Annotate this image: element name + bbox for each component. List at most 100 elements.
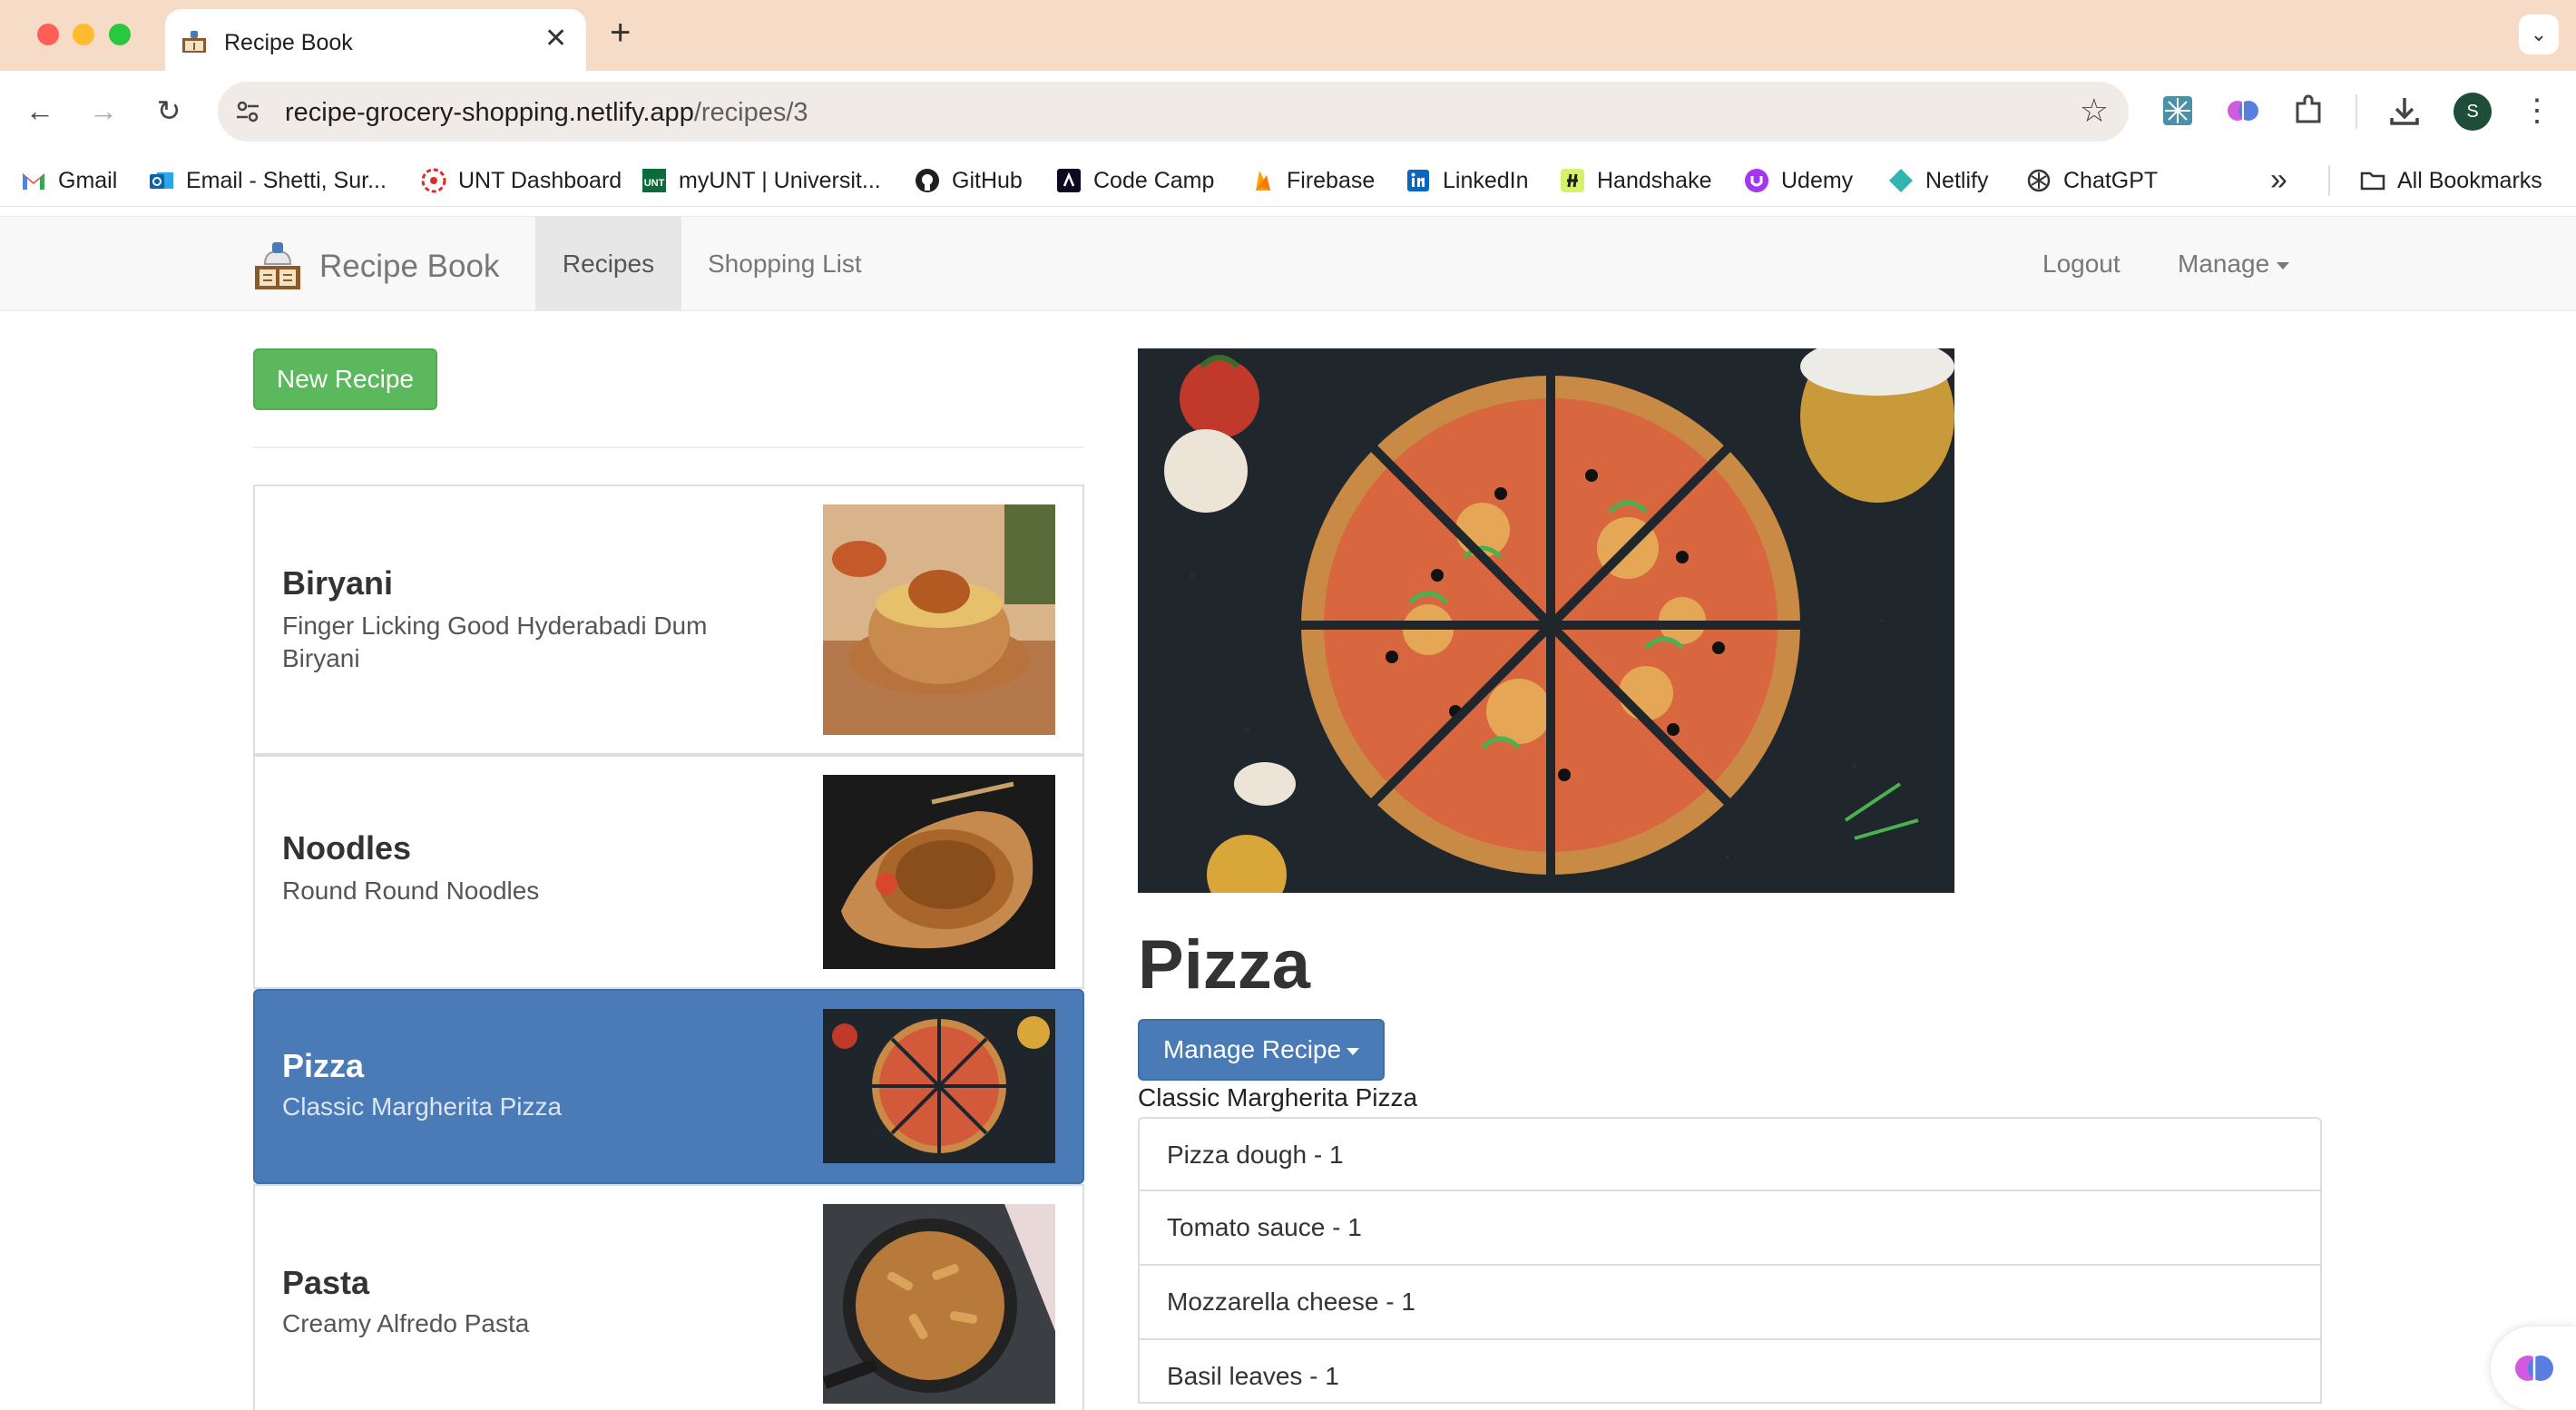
recipe-thumbnail	[823, 1009, 1055, 1163]
svg-text:UNT: UNT	[644, 178, 665, 189]
caret-down-icon	[2277, 261, 2290, 269]
ingredient-label: Tomato sauce - 1	[1167, 1213, 1362, 1241]
recipe-item-pasta[interactable]: Pasta Creamy Alfredo Pasta	[253, 1184, 1084, 1410]
bookmark-firebase[interactable]: Firebase	[1249, 165, 1375, 196]
bookmarks-overflow-icon[interactable]: »	[2270, 162, 2287, 198]
bookmark-udemy[interactable]: Udemy	[1743, 165, 1853, 196]
recipe-description: Creamy Alfredo Pasta	[282, 1309, 530, 1337]
bookmark-label: UNT Dashboard	[458, 167, 622, 193]
bookmark-label: ChatGPT	[2063, 167, 2159, 193]
folder-icon	[2360, 171, 2385, 191]
ingredient-item[interactable]: Mozzarella cheese - 1	[1138, 1266, 2322, 1340]
all-bookmarks-button[interactable]: All Bookmarks	[2359, 165, 2542, 196]
browser-toolbar: ← → ↻ recipe-grocery-shopping.netlify.ap…	[0, 71, 2576, 152]
ingredient-item[interactable]: Pizza dough - 1	[1138, 1117, 2322, 1191]
bookmark-label: GitHub	[952, 167, 1023, 193]
manage-recipe-dropdown[interactable]: Manage Recipe	[1138, 1019, 1385, 1081]
ingredient-label: Pizza dough - 1	[1167, 1141, 1344, 1169]
recipe-item-biryani[interactable]: Biryani Finger Licking Good Hyderabadi D…	[253, 485, 1084, 755]
nav-logout[interactable]: Logout	[2042, 217, 2121, 310]
firebase-icon	[1256, 171, 1270, 191]
recipe-thumbnail	[823, 504, 1055, 735]
bookmark-label: myUNT | Universit...	[679, 167, 881, 193]
floating-assistant-button[interactable]	[2491, 1327, 2576, 1410]
outlook-icon	[150, 172, 173, 189]
reload-icon[interactable]: ↻	[147, 89, 191, 132]
bookmark-email[interactable]: Email - Shetti, Sur...	[148, 165, 387, 196]
url-text: recipe-grocery-shopping.netlify.app/reci…	[285, 98, 808, 128]
bookmark-unt-dashboard[interactable]: UNT Dashboard	[420, 165, 622, 196]
browser-menu-icon[interactable]: ⋮	[2519, 91, 2555, 131]
extension-grid-icon[interactable]	[2160, 93, 2196, 129]
url-domain: recipe-grocery-shopping.netlify.app	[285, 98, 694, 127]
ingredient-label: Mozzarella cheese - 1	[1167, 1288, 1415, 1316]
ingredients-list: Pizza dough - 1 Tomato sauce - 1 Mozzare…	[1138, 1117, 2322, 1404]
code-camp-icon	[1057, 169, 1081, 192]
tab-title: Recipe Book	[224, 30, 353, 55]
toolbar-divider	[2356, 94, 2357, 129]
bookmark-handshake[interactable]: Handshake	[1559, 165, 1711, 196]
gmail-icon	[23, 173, 44, 190]
nav-shopping-list[interactable]: Shopping List	[708, 217, 862, 310]
nav-recipes[interactable]: Recipes	[535, 217, 681, 310]
recipe-name: Pasta	[282, 1264, 370, 1301]
address-bar[interactable]: recipe-grocery-shopping.netlify.app/reci…	[218, 82, 2129, 142]
bookmark-label: Code Camp	[1093, 167, 1215, 193]
ingredient-item[interactable]: Basil leaves - 1	[1138, 1340, 2322, 1404]
bookmark-chatgpt[interactable]: ChatGPT	[2025, 165, 2158, 196]
brand-title[interactable]: Recipe Book	[319, 249, 499, 285]
divider	[253, 446, 1084, 448]
recipe-name: Noodles	[282, 829, 412, 867]
recipe-item-noodles[interactable]: Noodles Round Round Noodles	[253, 755, 1084, 989]
unt-dashboard-icon	[421, 168, 446, 193]
nav-manage-label: Manage	[2178, 250, 2270, 278]
ingredient-item[interactable]: Tomato sauce - 1	[1138, 1191, 2322, 1266]
all-bookmarks-label: All Bookmarks	[2397, 167, 2542, 193]
app-navbar: Recipe Book Recipes Shopping List Logout…	[0, 216, 2576, 311]
site-settings-icon[interactable]	[234, 98, 261, 125]
download-icon[interactable]	[2386, 93, 2423, 129]
window-close-button[interactable]	[37, 24, 59, 45]
nav-manage-dropdown[interactable]: Manage	[2178, 217, 2290, 310]
bookmark-linkedin[interactable]: LinkedIn	[1405, 165, 1529, 196]
bookmark-label: Firebase	[1287, 167, 1376, 193]
extensions-puzzle-icon[interactable]	[2290, 93, 2326, 129]
bookmark-star-icon[interactable]: ☆	[2080, 93, 2109, 129]
window-maximize-button[interactable]	[109, 24, 131, 45]
bookmark-label: Email - Shetti, Sur...	[186, 167, 387, 193]
new-recipe-button[interactable]: New Recipe	[253, 348, 437, 410]
github-icon	[916, 169, 939, 192]
manage-recipe-label: Manage Recipe	[1162, 1035, 1342, 1063]
brain-extension-icon[interactable]	[2225, 93, 2261, 129]
bookmark-gmail[interactable]: Gmail	[20, 165, 117, 196]
recipe-name: Biryani	[282, 564, 394, 602]
window-minimize-button[interactable]	[73, 24, 94, 45]
recipe-description: Round Round Noodles	[282, 876, 540, 905]
linkedin-icon	[1407, 170, 1429, 191]
recipe-description-text: Classic Margherita Pizza	[1138, 1083, 1418, 1111]
bookmark-code-camp[interactable]: Code Camp	[1055, 165, 1214, 196]
bookmark-label: Handshake	[1597, 167, 1712, 193]
tab-close-icon[interactable]: ✕	[544, 25, 567, 53]
ingredient-label: Basil leaves - 1	[1167, 1362, 1339, 1390]
bookmark-label: Udemy	[1781, 167, 1854, 193]
tab-search-button[interactable]: ⌄	[2519, 15, 2559, 54]
new-tab-button[interactable]: +	[610, 15, 631, 51]
bookmark-netlify[interactable]: Netlify	[1887, 165, 1988, 196]
back-arrow-icon[interactable]: ←	[18, 89, 62, 132]
browser-tab[interactable]: Recipe Book ✕	[165, 9, 586, 71]
bookmark-github[interactable]: GitHub	[914, 165, 1023, 196]
bookmark-label: Netlify	[1925, 167, 1989, 193]
recipe-name: Pizza	[282, 1047, 365, 1084]
udemy-icon	[1745, 169, 1768, 192]
recipe-book-logo-icon[interactable]	[252, 239, 303, 291]
bookmark-myunt[interactable]: UNT myUNT | Universit...	[641, 165, 881, 196]
bookmarks-divider	[2328, 165, 2330, 196]
bookmark-label: Gmail	[58, 167, 118, 193]
recipe-description: Finger Licking Good Hyderabadi Dum Birya…	[282, 612, 708, 672]
bookmarks-bar: Gmail Email - Shetti, Sur... UNT Dashboa…	[0, 152, 2576, 207]
recipe-item-pizza[interactable]: Pizza Classic Margherita Pizza	[253, 989, 1084, 1184]
forward-arrow-icon[interactable]: →	[82, 89, 125, 132]
profile-avatar[interactable]: S	[2454, 93, 2492, 131]
recipe-detail-image	[1138, 348, 1954, 893]
